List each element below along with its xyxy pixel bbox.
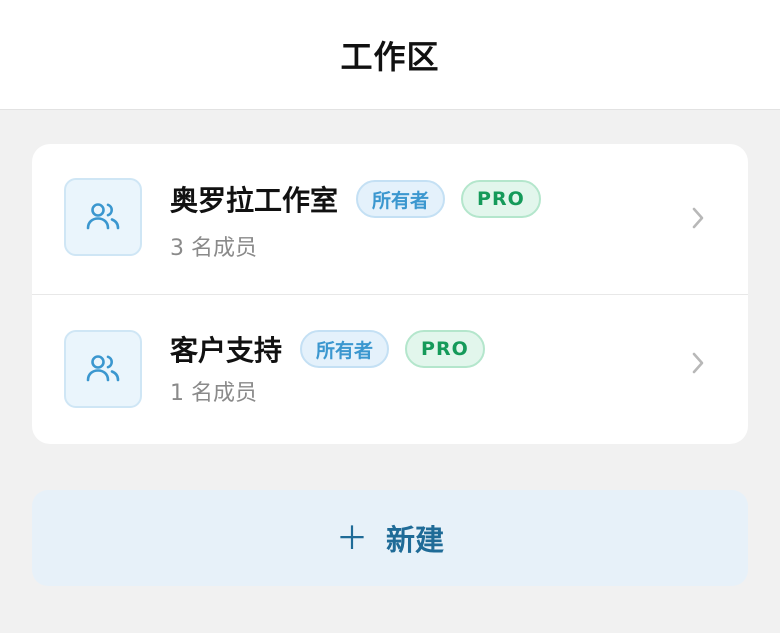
member-count: 1 名成员 (170, 381, 257, 406)
workspace-title-line: 奥罗拉工作室 所有者 PRO (170, 178, 557, 220)
new-workspace-button[interactable]: ＋ 新建 (32, 490, 748, 586)
workspace-row[interactable]: 奥罗拉工作室 所有者 PRO 3 名成员 (32, 144, 748, 294)
top-bar: 工作区 (0, 0, 780, 110)
users-icon (64, 330, 142, 408)
chevron-right-icon (692, 207, 704, 229)
chevron-right-icon (692, 352, 704, 374)
owner-badge: 所有者 (300, 330, 390, 368)
pro-badge: PRO (405, 330, 485, 368)
pro-badge: PRO (461, 180, 541, 218)
workspace-name: 奥罗拉工作室 (170, 184, 339, 217)
workspace-title-line: 客户支持 所有者 PRO (170, 328, 501, 370)
workspace-name: 客户支持 (170, 334, 283, 367)
users-icon (64, 178, 142, 256)
plus-icon: ＋ (335, 519, 368, 557)
workspace-row[interactable]: 客户支持 所有者 PRO 1 名成员 (32, 295, 748, 444)
workspace-list: 奥罗拉工作室 所有者 PRO 3 名成员 客户支持 所有者 PRO 1 名成员 (32, 144, 748, 444)
new-button-label: 新建 (386, 523, 445, 557)
owner-badge: 所有者 (356, 180, 446, 218)
member-count: 3 名成员 (170, 236, 257, 261)
page-title: 工作区 (340, 37, 440, 76)
